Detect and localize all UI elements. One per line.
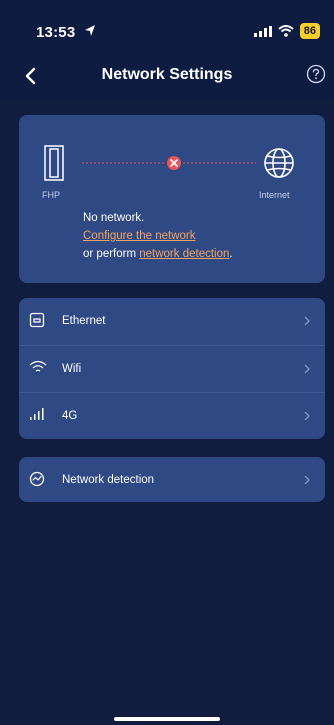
status-indicators: 86	[253, 23, 320, 39]
network-detection-icon	[29, 471, 45, 487]
connection-menu-card: Ethernet Wifi 4G	[19, 298, 325, 439]
chevron-right-icon	[304, 475, 310, 485]
network-diagram-card: FHP Internet No network. Configure the n…	[19, 115, 325, 283]
cellular-signal-icon	[253, 25, 272, 37]
chevron-right-icon	[304, 316, 310, 326]
configure-network-link[interactable]: Configure the network	[83, 230, 196, 242]
menu-item-wifi[interactable]: Wifi	[19, 346, 325, 392]
sentence-period: .	[229, 248, 233, 260]
menu-item-ethernet[interactable]: Ethernet	[19, 298, 325, 344]
globe-icon	[264, 148, 294, 178]
device-label: FHP	[42, 190, 60, 200]
home-indicator[interactable]	[114, 717, 220, 721]
menu-item-label: Ethernet	[62, 315, 106, 327]
disconnected-error-icon	[167, 156, 181, 170]
battery-level: 86	[299, 23, 320, 39]
help-icon[interactable]	[306, 64, 326, 84]
nav-bar: Network Settings	[0, 58, 334, 94]
internet-label: Internet	[259, 190, 290, 200]
menu-item-4g[interactable]: 4G	[19, 393, 325, 439]
signal-bars-icon	[30, 408, 44, 420]
network-detection-link[interactable]: network detection	[139, 248, 229, 260]
location-arrow-icon	[85, 25, 95, 36]
chevron-right-icon	[304, 411, 310, 421]
wifi-status-icon	[278, 25, 294, 37]
network-status-message: No network. Configure the network or per…	[83, 209, 233, 263]
wifi-icon	[29, 360, 47, 372]
network-detection-button[interactable]: Network detection	[19, 457, 325, 502]
menu-item-label: Network detection	[62, 474, 155, 486]
ethernet-icon	[29, 312, 45, 328]
no-network-text: No network.	[83, 212, 145, 224]
page-title: Network Settings	[101, 66, 233, 83]
chevron-right-icon	[304, 364, 310, 374]
menu-item-network-detection[interactable]: Network detection	[19, 457, 325, 503]
or-perform-text: or perform	[83, 248, 140, 260]
menu-item-label: 4G	[62, 410, 78, 422]
status-time: 13:53	[36, 24, 76, 41]
menu-item-label: Wifi	[62, 363, 82, 375]
status-bar: 13:53 86	[0, 0, 334, 50]
